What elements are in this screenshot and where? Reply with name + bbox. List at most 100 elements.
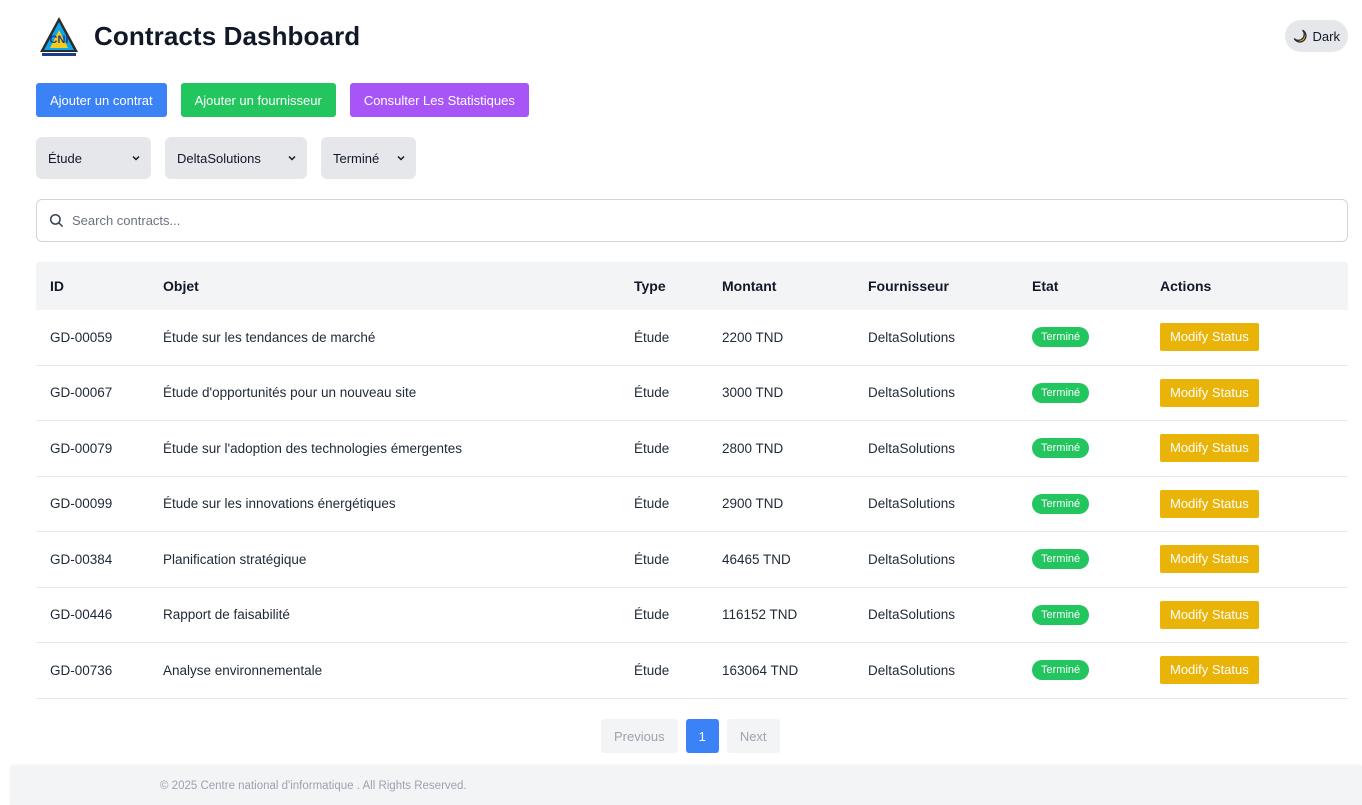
page-number-button[interactable]: 1: [685, 719, 719, 753]
status-badge: Terminé: [1032, 382, 1090, 403]
cell-fournisseur: DeltaSolutions: [868, 607, 956, 623]
cell-objet: Planification stratégique: [163, 551, 307, 567]
cell-id: GD-00099: [50, 496, 113, 512]
cell-actions: Modify Status: [1160, 378, 1348, 407]
cell-etat: Terminé: [1032, 549, 1160, 570]
cell-montant: 2200 TND: [722, 329, 784, 345]
type-filter-select[interactable]: Étude: [36, 137, 151, 179]
cell-montant: 116152 TND: [722, 607, 798, 623]
modify-status-button[interactable]: Modify Status: [1160, 489, 1259, 518]
cell-objet: Étude sur l'adoption des technologies ém…: [163, 440, 463, 456]
status-filter-value: Terminé: [333, 150, 380, 166]
cell-id: GD-00059: [50, 329, 113, 345]
type-filter-value: Étude: [48, 150, 82, 166]
supplier-filter-value: DeltaSolutions: [177, 150, 261, 166]
table-row: GD-00079 Étude sur l'adoption des techno…: [36, 421, 1348, 477]
moon-icon: [1293, 29, 1307, 43]
modify-status-button[interactable]: Modify Status: [1160, 656, 1259, 685]
dark-mode-toggle[interactable]: Dark: [1284, 20, 1348, 52]
dark-mode-label: Dark: [1312, 28, 1340, 44]
cell-fournisseur: DeltaSolutions: [868, 551, 956, 567]
cell-id: GD-00384: [50, 551, 113, 567]
search-input[interactable]: [72, 213, 1272, 228]
cni-logo: CNI: [40, 17, 78, 56]
cell-montant: 2900 TND: [722, 496, 784, 512]
cell-type: Étude: [634, 329, 670, 345]
add-contract-button[interactable]: Ajouter un contrat: [36, 83, 167, 117]
contracts-table: ID Objet Type Montant Fournisseur Etat A…: [36, 262, 1348, 699]
cell-etat: Terminé: [1032, 604, 1160, 625]
page-title: Contracts Dashboard: [94, 20, 361, 51]
cell-fournisseur: DeltaSolutions: [868, 496, 956, 512]
table-row: GD-00736 Analyse environnementale Étude …: [36, 643, 1348, 699]
status-badge: Terminé: [1032, 660, 1090, 681]
table-header: ID Objet Type Montant Fournisseur Etat A…: [36, 262, 1348, 310]
action-bar: Ajouter un contrat Ajouter un fournisseu…: [36, 83, 529, 117]
svg-text:CNI: CNI: [50, 34, 69, 46]
cell-actions: Modify Status: [1160, 545, 1348, 574]
cell-objet: Étude d'opportunités pour un nouveau sit…: [163, 385, 417, 401]
cell-type: Étude: [634, 551, 670, 567]
cell-montant: 163064 TND: [722, 662, 799, 678]
header-etat: Etat: [1032, 278, 1059, 294]
header-type: Type: [634, 278, 666, 294]
cell-id: GD-00736: [50, 662, 113, 678]
status-badge: Terminé: [1032, 549, 1090, 570]
cell-fournisseur: DeltaSolutions: [868, 329, 956, 345]
cell-type: Étude: [634, 385, 670, 401]
supplier-filter-select[interactable]: DeltaSolutions: [165, 137, 307, 179]
cell-id: GD-00067: [50, 385, 113, 401]
cell-type: Étude: [634, 662, 670, 678]
cell-montant: 3000 TND: [722, 385, 784, 401]
footer: © 2025 Centre national d'informatique . …: [10, 766, 1362, 805]
status-badge: Terminé: [1032, 493, 1090, 514]
modify-status-button[interactable]: Modify Status: [1160, 545, 1259, 574]
chevron-down-icon: [132, 155, 140, 161]
cell-fournisseur: DeltaSolutions: [868, 662, 956, 678]
add-supplier-button[interactable]: Ajouter un fournisseur: [180, 83, 336, 117]
cell-objet: Étude sur les innovations énergétiques: [163, 496, 396, 512]
table-row: GD-00059 Étude sur les tendances de marc…: [36, 310, 1348, 366]
status-badge: Terminé: [1032, 438, 1090, 459]
header-montant: Montant: [722, 278, 777, 294]
header-objet: Objet: [163, 278, 199, 294]
search-icon: [49, 213, 64, 228]
cell-type: Étude: [634, 440, 670, 456]
header-id: ID: [50, 278, 64, 294]
cell-montant: 2800 TND: [722, 440, 784, 456]
cell-etat: Terminé: [1032, 493, 1160, 514]
header-actions: Actions: [1160, 278, 1212, 294]
modify-status-button[interactable]: Modify Status: [1160, 434, 1259, 463]
table-row: GD-00099 Étude sur les innovations énerg…: [36, 477, 1348, 532]
cell-etat: Terminé: [1032, 382, 1160, 403]
cell-actions: Modify Status: [1160, 656, 1348, 685]
cell-objet: Analyse environnementale: [163, 662, 323, 678]
cell-actions: Modify Status: [1160, 434, 1348, 463]
cell-actions: Modify Status: [1160, 323, 1348, 352]
search-bar: [36, 199, 1348, 242]
modify-status-button[interactable]: Modify Status: [1160, 600, 1259, 629]
cell-etat: Terminé: [1032, 660, 1160, 681]
table-row: GD-00067 Étude d'opportunités pour un no…: [36, 366, 1348, 421]
status-badge: Terminé: [1032, 327, 1090, 348]
cell-id: GD-00446: [50, 607, 113, 623]
cell-etat: Terminé: [1032, 438, 1160, 459]
previous-page-button[interactable]: Previous: [601, 719, 678, 753]
next-page-button[interactable]: Next: [726, 719, 780, 753]
cell-etat: Terminé: [1032, 327, 1160, 348]
cell-fournisseur: DeltaSolutions: [868, 440, 956, 456]
header-fournisseur: Fournisseur: [868, 278, 949, 294]
pagination: Previous 1 Next: [601, 719, 780, 753]
table-row: GD-00384 Planification stratégique Étude…: [36, 532, 1348, 588]
cell-type: Étude: [634, 496, 670, 512]
table-row: GD-00446 Rapport de faisabilité Étude 11…: [36, 588, 1348, 643]
statistics-button[interactable]: Consulter Les Statistiques: [349, 83, 529, 117]
status-filter-select[interactable]: Terminé: [321, 137, 416, 179]
copyright-text: © 2025 Centre national d'informatique . …: [160, 779, 467, 792]
cell-actions: Modify Status: [1160, 600, 1348, 629]
modify-status-button[interactable]: Modify Status: [1160, 323, 1259, 352]
chevron-down-icon: [288, 155, 296, 161]
cell-objet: Rapport de faisabilité: [163, 607, 290, 623]
status-badge: Terminé: [1032, 604, 1090, 625]
modify-status-button[interactable]: Modify Status: [1160, 378, 1259, 407]
